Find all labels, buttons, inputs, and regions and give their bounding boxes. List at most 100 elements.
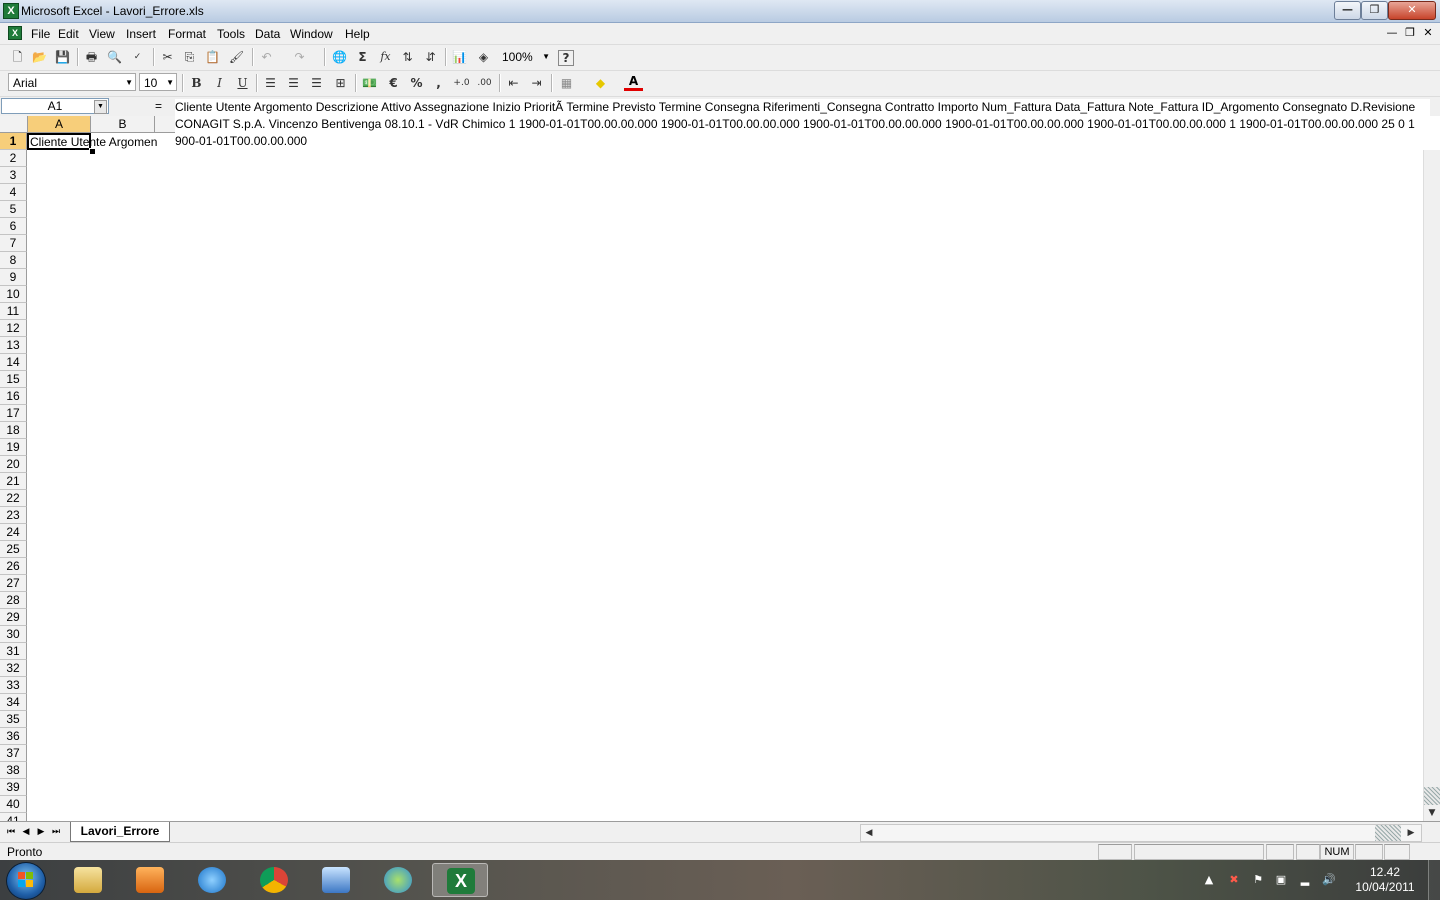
help-icon[interactable]: ?: [558, 50, 574, 66]
row-header[interactable]: 31: [0, 643, 27, 660]
row-header[interactable]: 7: [0, 235, 27, 252]
row-header[interactable]: 11: [0, 303, 27, 320]
row-header[interactable]: 38: [0, 762, 27, 779]
bold-button[interactable]: B: [187, 74, 206, 92]
font-size-select[interactable]: 10 ▼: [139, 73, 177, 91]
prev-sheet-icon[interactable]: ◀: [19, 825, 33, 839]
scroll-down-icon[interactable]: ▼: [1424, 805, 1440, 821]
function-icon[interactable]: fx: [376, 48, 395, 66]
row-header[interactable]: 25: [0, 541, 27, 558]
decrease-decimal-icon[interactable]: .00: [475, 74, 494, 92]
row-header[interactable]: 30: [0, 626, 27, 643]
menu-help[interactable]: Help: [345, 27, 370, 41]
row-header[interactable]: 24: [0, 524, 27, 541]
row-header[interactable]: 12: [0, 320, 27, 337]
show-desktop-button[interactable]: [1428, 860, 1440, 900]
row-header[interactable]: 36: [0, 728, 27, 745]
row-header[interactable]: 15: [0, 371, 27, 388]
row-header[interactable]: 41: [0, 813, 27, 821]
save-icon[interactable]: 💾: [53, 48, 72, 66]
last-sheet-icon[interactable]: ⏭: [49, 825, 63, 839]
align-right-icon[interactable]: ☰: [307, 74, 326, 92]
row-header[interactable]: 18: [0, 422, 27, 439]
taskbar-internet-explorer[interactable]: [184, 863, 240, 897]
align-left-icon[interactable]: ☰: [261, 74, 280, 92]
row-header[interactable]: 9: [0, 269, 27, 286]
menu-format[interactable]: Format: [168, 27, 206, 41]
sheet-tab-lavori-errore[interactable]: Lavori_Errore: [70, 822, 170, 842]
column-header-c[interactable]: [155, 116, 175, 133]
row-header[interactable]: 8: [0, 252, 27, 269]
spelling-icon[interactable]: ✓: [128, 48, 147, 66]
doc-restore-button[interactable]: ❐: [1403, 26, 1417, 39]
copy-icon[interactable]: ⎘: [180, 48, 199, 66]
format-painter-icon[interactable]: 🖌: [227, 48, 246, 66]
new-icon[interactable]: 🗋: [8, 48, 27, 66]
row-header[interactable]: 6: [0, 218, 27, 235]
menu-data[interactable]: Data: [255, 27, 280, 41]
row-header[interactable]: 4: [0, 184, 27, 201]
print-preview-icon[interactable]: 🔍: [105, 48, 124, 66]
cut-icon[interactable]: ✂: [158, 48, 177, 66]
network-icon[interactable]: ▂: [1298, 873, 1312, 887]
row-header[interactable]: 39: [0, 779, 27, 796]
row-header[interactable]: 32: [0, 660, 27, 677]
fill-color-icon[interactable]: ◆: [591, 74, 610, 92]
row-header[interactable]: 20: [0, 456, 27, 473]
percent-button[interactable]: %: [407, 74, 426, 92]
font-color-icon[interactable]: A: [624, 74, 643, 91]
undo-icon[interactable]: ↶: [257, 48, 276, 66]
taskbar-chrome[interactable]: [246, 863, 302, 897]
action-center-icon[interactable]: ⚑: [1251, 873, 1265, 887]
borders-icon[interactable]: ▦: [557, 74, 576, 92]
row-header[interactable]: 13: [0, 337, 27, 354]
underline-button[interactable]: U: [233, 74, 252, 92]
increase-decimal-icon[interactable]: +.0: [452, 74, 471, 92]
document-excel-icon[interactable]: X: [8, 26, 22, 40]
row-header[interactable]: 34: [0, 694, 27, 711]
horizontal-scrollbar[interactable]: ◀ ▶: [860, 824, 1422, 842]
horizontal-split-box[interactable]: [1375, 825, 1401, 841]
volume-icon[interactable]: 🔊: [1322, 873, 1336, 887]
taskbar-messenger[interactable]: [370, 863, 426, 897]
zoom-select[interactable]: 100% ▼: [497, 47, 553, 65]
start-button[interactable]: [6, 862, 46, 900]
antivirus-icon[interactable]: ✖: [1227, 873, 1241, 887]
row-header[interactable]: 21: [0, 473, 27, 490]
row-header[interactable]: 19: [0, 439, 27, 456]
row-header[interactable]: 23: [0, 507, 27, 524]
autosum-icon[interactable]: Σ: [353, 48, 372, 66]
menu-edit[interactable]: Edit: [58, 27, 79, 41]
redo-icon[interactable]: ↷: [290, 48, 309, 66]
scroll-left-icon[interactable]: ◀: [861, 825, 877, 841]
chevron-down-icon[interactable]: ▼: [94, 100, 107, 114]
comma-button[interactable]: ,: [429, 74, 448, 92]
row-header[interactable]: 10: [0, 286, 27, 303]
row-header[interactable]: 3: [0, 167, 27, 184]
menu-file[interactable]: File: [31, 27, 50, 41]
merge-center-icon[interactable]: ⊞: [331, 74, 350, 92]
drawing-icon[interactable]: ◈: [474, 48, 493, 66]
row-header[interactable]: 37: [0, 745, 27, 762]
font-name-select[interactable]: Arial ▼: [8, 73, 136, 91]
column-header-b[interactable]: B: [91, 116, 155, 133]
align-center-icon[interactable]: ☰: [284, 74, 303, 92]
device-icon[interactable]: ▣: [1274, 873, 1288, 887]
menu-view[interactable]: View: [89, 27, 115, 41]
taskbar-explorer[interactable]: [60, 863, 116, 897]
formula-input[interactable]: Cliente Utente Argomento Descrizione Att…: [175, 99, 1430, 150]
taskbar-media-player[interactable]: [122, 863, 178, 897]
chart-wizard-icon[interactable]: 📊: [450, 48, 469, 66]
restore-button[interactable]: ❐: [1361, 1, 1388, 20]
row-header[interactable]: 35: [0, 711, 27, 728]
hyperlink-icon[interactable]: 🌐: [330, 48, 349, 66]
next-sheet-icon[interactable]: ▶: [34, 825, 48, 839]
open-icon[interactable]: 📂: [30, 48, 49, 66]
show-hidden-icons-icon[interactable]: ▲: [1202, 873, 1216, 887]
menu-tools[interactable]: Tools: [217, 27, 245, 41]
row-header[interactable]: 22: [0, 490, 27, 507]
italic-button[interactable]: I: [210, 74, 229, 92]
select-all-corner[interactable]: [0, 116, 28, 133]
scroll-right-icon[interactable]: ▶: [1403, 825, 1419, 841]
increase-indent-icon[interactable]: ⇥: [527, 74, 546, 92]
